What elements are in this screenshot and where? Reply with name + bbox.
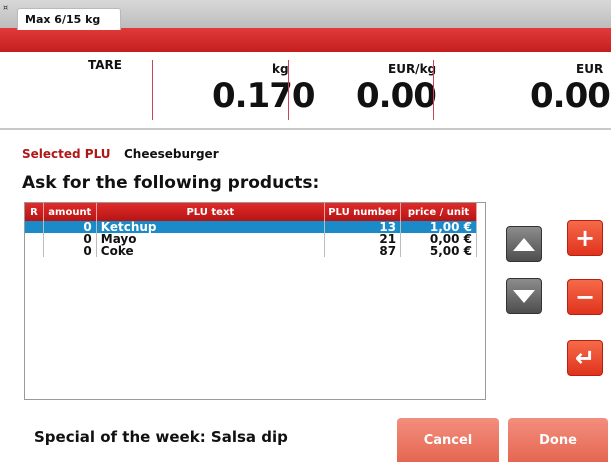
scroll-down-button[interactable] bbox=[506, 278, 542, 314]
table-row[interactable]: 0 Ketchup 13 1,00 € bbox=[25, 221, 477, 233]
cell-plu-text: Coke bbox=[96, 245, 325, 257]
enter-icon: ↵ bbox=[574, 344, 596, 372]
tare-label: TARE bbox=[88, 58, 122, 72]
corner-mark: ¤ bbox=[3, 3, 9, 12]
column-header-price-unit: price / unit bbox=[400, 203, 477, 221]
enter-button[interactable]: ↵ bbox=[567, 340, 603, 376]
total-value: 0.00 bbox=[530, 76, 611, 116]
column-header-plu-text: PLU text bbox=[96, 203, 325, 221]
special-offer-text: Special of the week: Salsa dip bbox=[34, 428, 288, 446]
cell-r bbox=[25, 221, 44, 233]
divider bbox=[288, 60, 289, 120]
divider bbox=[433, 60, 434, 120]
done-button[interactable]: Done bbox=[508, 418, 608, 462]
minus-icon: − bbox=[574, 283, 596, 311]
weight-unit: kg bbox=[272, 62, 289, 76]
increase-button[interactable]: + bbox=[567, 220, 603, 256]
price-value: 0.00 bbox=[356, 76, 437, 116]
decrease-button[interactable]: − bbox=[567, 279, 603, 315]
divider bbox=[152, 60, 153, 120]
max-capacity-tab[interactable]: Max 6/15 kg bbox=[17, 8, 121, 30]
plus-icon: + bbox=[574, 224, 596, 252]
selected-plu-label: Selected PLU bbox=[22, 147, 111, 161]
cell-r bbox=[25, 233, 44, 245]
weigh-panel: TARE kg 0.170 EUR/kg 0.00 EUR 0.00 bbox=[0, 52, 611, 130]
total-unit: EUR bbox=[576, 62, 604, 76]
column-header-amount: amount bbox=[43, 203, 97, 221]
cell-price: 5,00 € bbox=[400, 245, 477, 257]
cell-amount: 0 bbox=[43, 245, 97, 257]
prompt-heading: Ask for the following products: bbox=[22, 173, 320, 193]
cancel-button[interactable]: Cancel bbox=[397, 418, 499, 462]
column-header-plu-number: PLU number bbox=[324, 203, 402, 221]
cell-plu-number: 87 bbox=[324, 245, 402, 257]
column-header-r: R bbox=[25, 203, 44, 221]
selected-plu-value: Cheeseburger bbox=[124, 147, 219, 161]
scroll-up-button[interactable] bbox=[506, 226, 542, 262]
arrow-down-icon bbox=[513, 289, 535, 303]
table-row[interactable]: 0 Mayo 21 0,00 € bbox=[25, 233, 477, 245]
table-row[interactable]: 0 Coke 87 5,00 € bbox=[25, 245, 477, 257]
price-unit: EUR/kg bbox=[388, 62, 437, 76]
weight-value: 0.170 bbox=[212, 76, 316, 116]
products-table: R amount PLU text PLU number price / uni… bbox=[24, 202, 486, 400]
cell-r bbox=[25, 245, 44, 257]
arrow-up-icon bbox=[513, 237, 535, 251]
